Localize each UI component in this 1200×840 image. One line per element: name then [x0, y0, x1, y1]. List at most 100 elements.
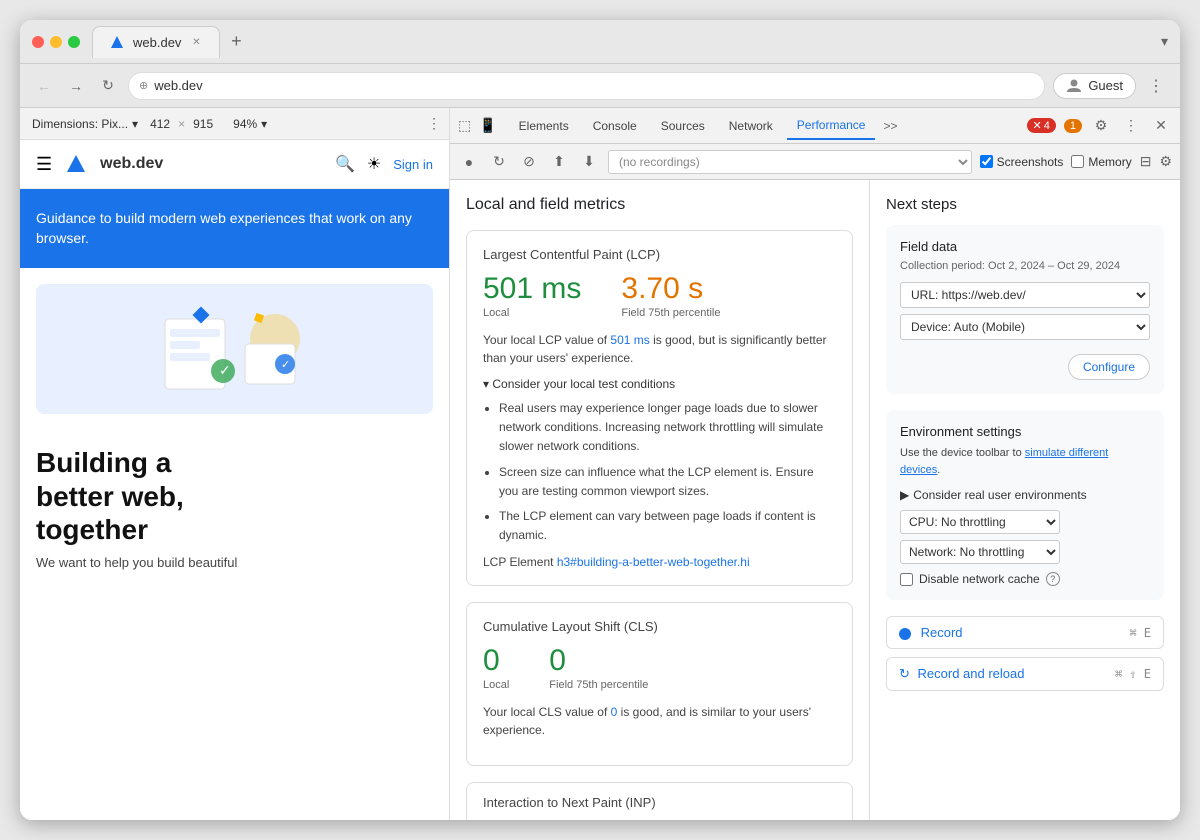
lcp-local: 501 ms Local — [483, 272, 581, 319]
error-badge: ✕4 — [1027, 118, 1056, 133]
devtools-toolbar: ⬚ 📱 Elements Console Sources Network Per… — [450, 108, 1180, 144]
devtools-settings-icon[interactable]: ⚙ — [1090, 115, 1112, 137]
cls-card: Cumulative Layout Shift (CLS) 0 Local 0 … — [466, 602, 853, 766]
disable-cache-checkbox[interactable] — [900, 573, 913, 586]
memory-checkbox[interactable] — [1071, 155, 1084, 168]
performance-settings-icon[interactable]: ⚙ — [1159, 153, 1172, 170]
memory-checkbox-label: Memory — [1071, 155, 1131, 169]
clear-control-button[interactable]: ⊘ — [518, 151, 540, 173]
devtools-controls: ● ↻ ⊘ ⬆ ⬇ (no recordings) Screenshots Me… — [450, 144, 1180, 180]
site-logo-text: web.dev — [100, 155, 163, 173]
forward-button[interactable]: → — [64, 74, 88, 98]
record-and-reload-button[interactable]: ↻ Record and reload ⌘ ⇧ E — [886, 657, 1164, 691]
record-dot-icon — [899, 628, 911, 640]
website-preview: Dimensions: Pix... ▾ 412 × 915 94% ▾ ⋮ ☰ — [20, 108, 450, 820]
cpu-throttle-select[interactable]: CPU: No throttling 4x slowdown 6x slowdo… — [900, 510, 1060, 534]
width-value: 412 — [150, 117, 170, 131]
next-steps-title: Next steps — [886, 196, 1164, 213]
screenshots-checkbox[interactable] — [980, 155, 993, 168]
configure-button[interactable]: Configure — [1068, 354, 1150, 380]
devtools-close-button[interactable]: ✕ — [1150, 115, 1172, 137]
env-settings-card: Environment settings Use the device tool… — [886, 410, 1164, 600]
site-search-icon[interactable]: 🔍 — [335, 154, 355, 174]
site-hero: Guidance to build modern web experiences… — [20, 189, 449, 268]
cls-field-label: Field 75th percentile — [549, 679, 648, 691]
device-toolbar-icon[interactable]: 📱 — [479, 117, 496, 134]
lcp-field-label: Field 75th percentile — [621, 307, 720, 319]
download-control-button[interactable]: ⬇ — [578, 151, 600, 173]
tab-sources[interactable]: Sources — [651, 113, 715, 139]
hamburger-icon[interactable]: ☰ — [36, 154, 52, 175]
dimensions-label[interactable]: Dimensions: Pix... ▾ — [28, 115, 142, 133]
security-icon: ⊕ — [139, 79, 148, 92]
maximize-traffic-light[interactable] — [68, 36, 80, 48]
screenshots-checkbox-label: Screenshots — [980, 155, 1064, 169]
refresh-button[interactable]: ↻ — [96, 74, 120, 98]
warning-badge: 1 — [1064, 119, 1082, 133]
network-row: Network: No throttling Fast 3G Slow 3G — [900, 540, 1150, 564]
zoom-button[interactable]: 94% ▾ — [229, 115, 271, 133]
record-button[interactable]: Record ⌘ E — [886, 616, 1164, 649]
tab-performance[interactable]: Performance — [787, 112, 876, 140]
title-bar: web.dev ✕ + ▾ — [20, 20, 1180, 64]
window-chevron[interactable]: ▾ — [1161, 33, 1168, 50]
lcp-bullets: Real users may experience longer page lo… — [483, 399, 836, 545]
recordings-select[interactable]: (no recordings) — [608, 150, 972, 174]
lcp-bullet-1: Real users may experience longer page lo… — [499, 399, 836, 457]
simulate-devices-link[interactable]: simulate different devices — [900, 447, 1108, 476]
address-bar: ← → ↻ ⊕ web.dev Guest ⋮ — [20, 64, 1180, 108]
url-bar[interactable]: ⊕ web.dev — [128, 72, 1045, 100]
help-icon[interactable]: ? — [1046, 572, 1060, 586]
lcp-consider-toggle[interactable]: ▾ Consider your local test conditions — [483, 377, 836, 391]
more-tabs-button[interactable]: >> — [879, 113, 901, 139]
cls-local: 0 Local — [483, 644, 509, 691]
lcp-field-value: 3.70 s — [621, 272, 720, 305]
inp-title: Interaction to Next Paint (INP) — [483, 795, 836, 810]
browser-menu-button[interactable]: ⋮ — [1144, 74, 1168, 98]
cpu-row: CPU: No throttling 4x slowdown 6x slowdo… — [900, 510, 1150, 534]
dimension-bar: Dimensions: Pix... ▾ 412 × 915 94% ▾ ⋮ — [20, 108, 449, 140]
next-steps-panel: Next steps Field data Collection period:… — [870, 180, 1180, 820]
url-field-row: URL: https://web.dev/ — [900, 282, 1150, 308]
tab-network[interactable]: Network — [719, 113, 783, 139]
devtools-more-button[interactable]: ⋮ — [1120, 115, 1142, 137]
upload-control-button[interactable]: ⬆ — [548, 151, 570, 173]
tab-close-button[interactable]: ✕ — [189, 35, 203, 49]
guest-button[interactable]: Guest — [1053, 73, 1136, 99]
more-options-button[interactable]: ⋮ — [427, 115, 441, 132]
active-tab[interactable]: web.dev ✕ — [92, 26, 220, 58]
cls-local-value: 0 — [483, 644, 509, 677]
reload-control-button[interactable]: ↻ — [488, 151, 510, 173]
minimize-traffic-light[interactable] — [50, 36, 62, 48]
cursor-tool-icon[interactable]: ⬚ — [458, 117, 471, 134]
cls-field: 0 Field 75th percentile — [549, 644, 648, 691]
tab-elements[interactable]: Elements — [509, 113, 579, 139]
traffic-lights — [32, 36, 80, 48]
back-button[interactable]: ← — [32, 74, 56, 98]
record-control-button[interactable]: ● — [458, 151, 480, 173]
cls-local-label: Local — [483, 679, 509, 691]
close-traffic-light[interactable] — [32, 36, 44, 48]
lcp-field: 3.70 s Field 75th percentile — [621, 272, 720, 319]
capture-settings-icon[interactable]: ⊟ — [1140, 153, 1152, 170]
env-text: Use the device toolbar to simulate diffe… — [900, 445, 1150, 478]
new-tab-button[interactable]: + — [224, 30, 248, 54]
theme-toggle-icon[interactable]: ☀ — [367, 154, 381, 174]
tab-console[interactable]: Console — [583, 113, 647, 139]
device-select[interactable]: Device: Auto (Mobile) Desktop Mobile — [900, 314, 1150, 340]
site-hero-text: Guidance to build modern web experiences… — [36, 209, 433, 248]
svg-text:✓: ✓ — [281, 359, 290, 371]
disable-cache-row: Disable network cache ? — [900, 572, 1150, 586]
site-sub-text: We want to help you build beautiful — [20, 555, 449, 586]
metrics-panel: Local and field metrics Largest Contentf… — [450, 180, 870, 820]
field-data-card: Field data Collection period: Oct 2, 202… — [886, 225, 1164, 394]
sign-in-link[interactable]: Sign in — [393, 157, 433, 172]
content-area: Dimensions: Pix... ▾ 412 × 915 94% ▾ ⋮ ☰ — [20, 108, 1180, 820]
device-field-row: Device: Auto (Mobile) Desktop Mobile — [900, 314, 1150, 340]
consider-real-users-toggle[interactable]: ▶ ▶ Consider real user environments Cons… — [900, 488, 1150, 502]
url-select[interactable]: URL: https://web.dev/ — [900, 282, 1150, 308]
cls-field-value: 0 — [549, 644, 648, 677]
network-throttle-select[interactable]: Network: No throttling Fast 3G Slow 3G — [900, 540, 1060, 564]
lcp-element-link[interactable]: h3#building-a-better-web-together.hi — [557, 555, 750, 569]
lcp-card: Largest Contentful Paint (LCP) 501 ms Lo… — [466, 230, 853, 586]
